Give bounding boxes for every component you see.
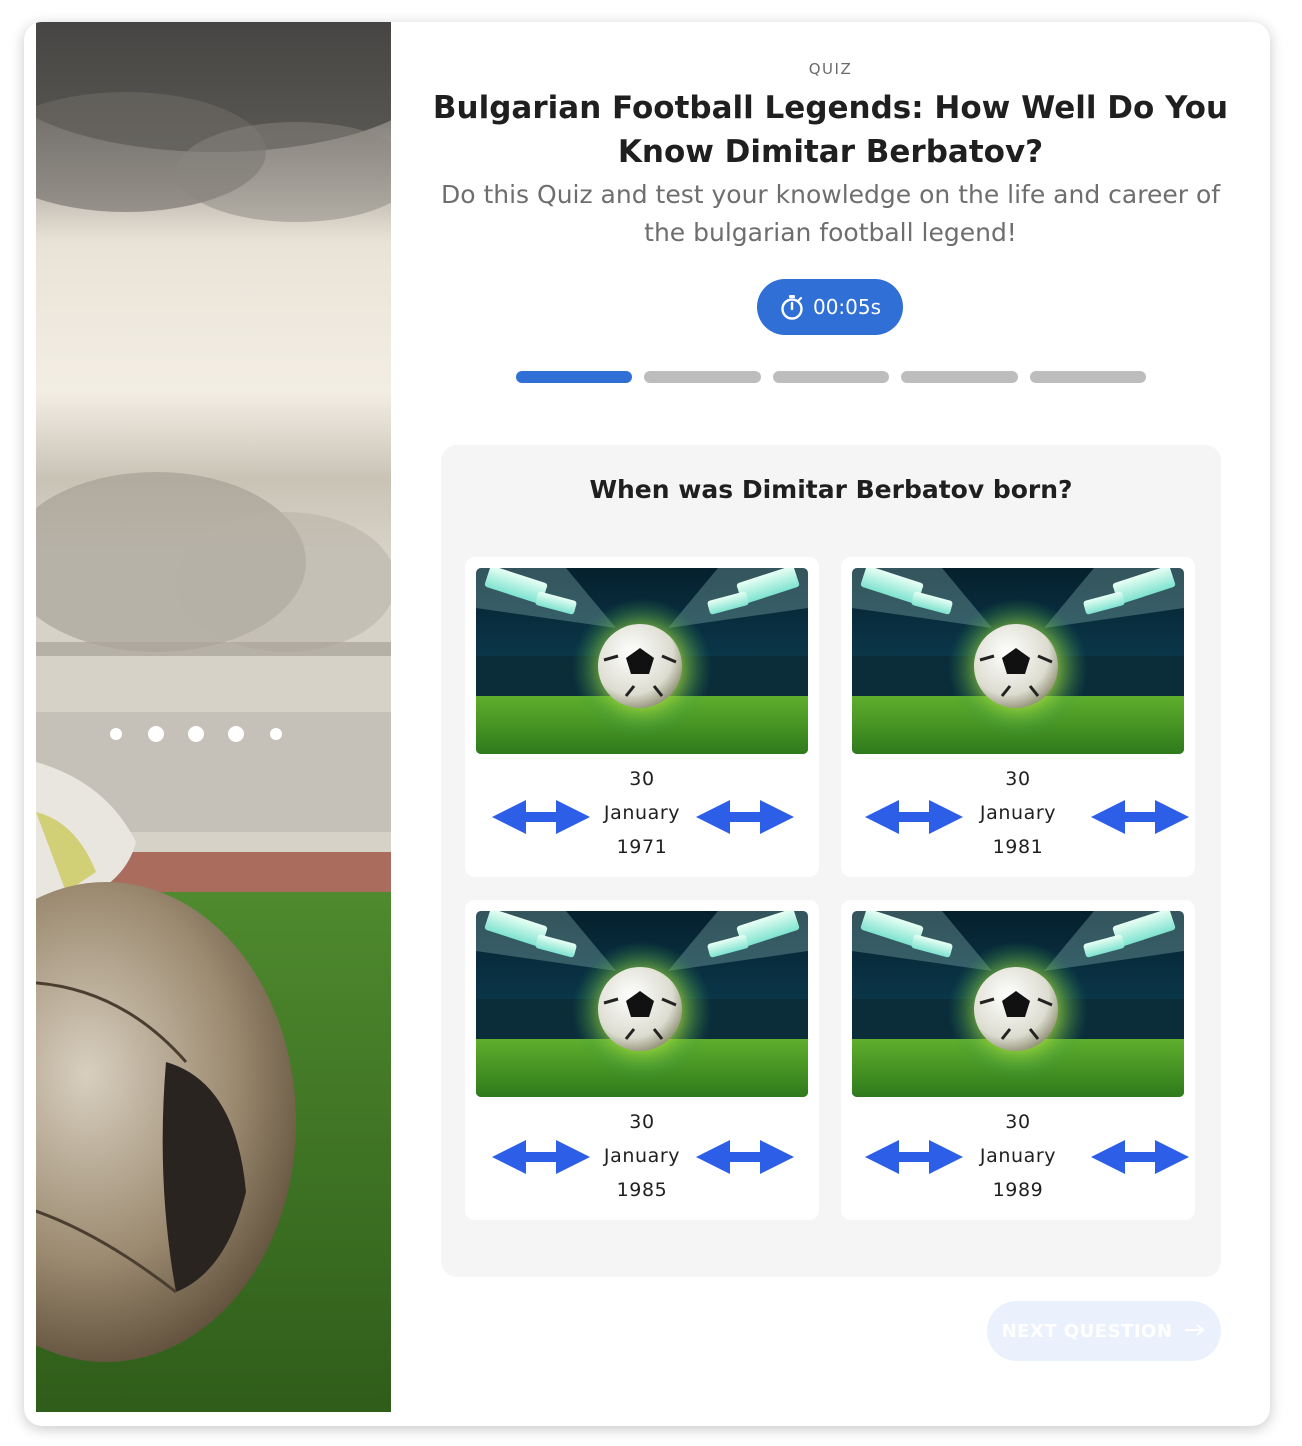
option-day: 30 [629,1111,655,1133]
page-subtitle: Do this Quiz and test your knowledge on … [440,180,1221,247]
quiz-eyebrow: QUIZ [808,60,853,78]
option-day: 30 [1005,1111,1031,1133]
answer-option[interactable]: 30 January 1971 [465,557,819,877]
double-arrow-icon [492,1140,590,1174]
progress-step [772,371,890,383]
progress-step [901,371,1018,383]
question-text: When was Dimitar Berbatov born? [589,475,1073,504]
option-year: 1985 [616,1179,668,1201]
glowing-football-stadium-image [476,911,808,1097]
double-arrow-icon [865,800,963,834]
hero-image [36,22,391,1412]
question-progress [516,371,1147,383]
answer-option[interactable]: 30 January 1989 [841,900,1195,1220]
answer-option[interactable]: 30 January 1985 [465,900,819,1220]
arrow-right-icon [1184,1321,1206,1342]
page-title: Bulgarian Football Legends: How Well Do … [432,90,1229,170]
timer-value: 00:05s [812,295,882,319]
double-arrow-icon [492,800,590,834]
stopwatch-icon [779,294,805,320]
progress-step [1029,371,1147,383]
quiz-card: QUIZ Bulgarian Football Legends: How Wel… [24,22,1270,1426]
double-arrow-icon [696,1140,794,1174]
double-arrow-icon [865,1140,963,1174]
progress-step [516,371,633,383]
double-arrow-icon [1091,1140,1189,1174]
question-panel: When was Dimitar Berbatov born? 30 Janua… [441,445,1221,1277]
glowing-football-stadium-image [476,568,808,754]
double-arrow-icon [1091,800,1189,834]
option-day: 30 [1005,768,1031,790]
answer-option[interactable]: 30 January 1981 [841,557,1195,877]
next-question-button[interactable]: NEXT QUESTION [987,1301,1221,1361]
quiz-content: QUIZ Bulgarian Football Legends: How Wel… [391,22,1270,1426]
double-arrow-icon [696,800,794,834]
glowing-football-stadium-image [852,911,1184,1097]
next-question-label: NEXT QUESTION [1001,1320,1173,1342]
timer-badge: 00:05s [757,279,903,335]
option-year: 1981 [992,836,1044,858]
option-year: 1971 [616,836,668,858]
option-year: 1989 [992,1179,1044,1201]
glowing-football-stadium-image [852,568,1184,754]
progress-step [644,371,761,383]
option-day: 30 [629,768,655,790]
